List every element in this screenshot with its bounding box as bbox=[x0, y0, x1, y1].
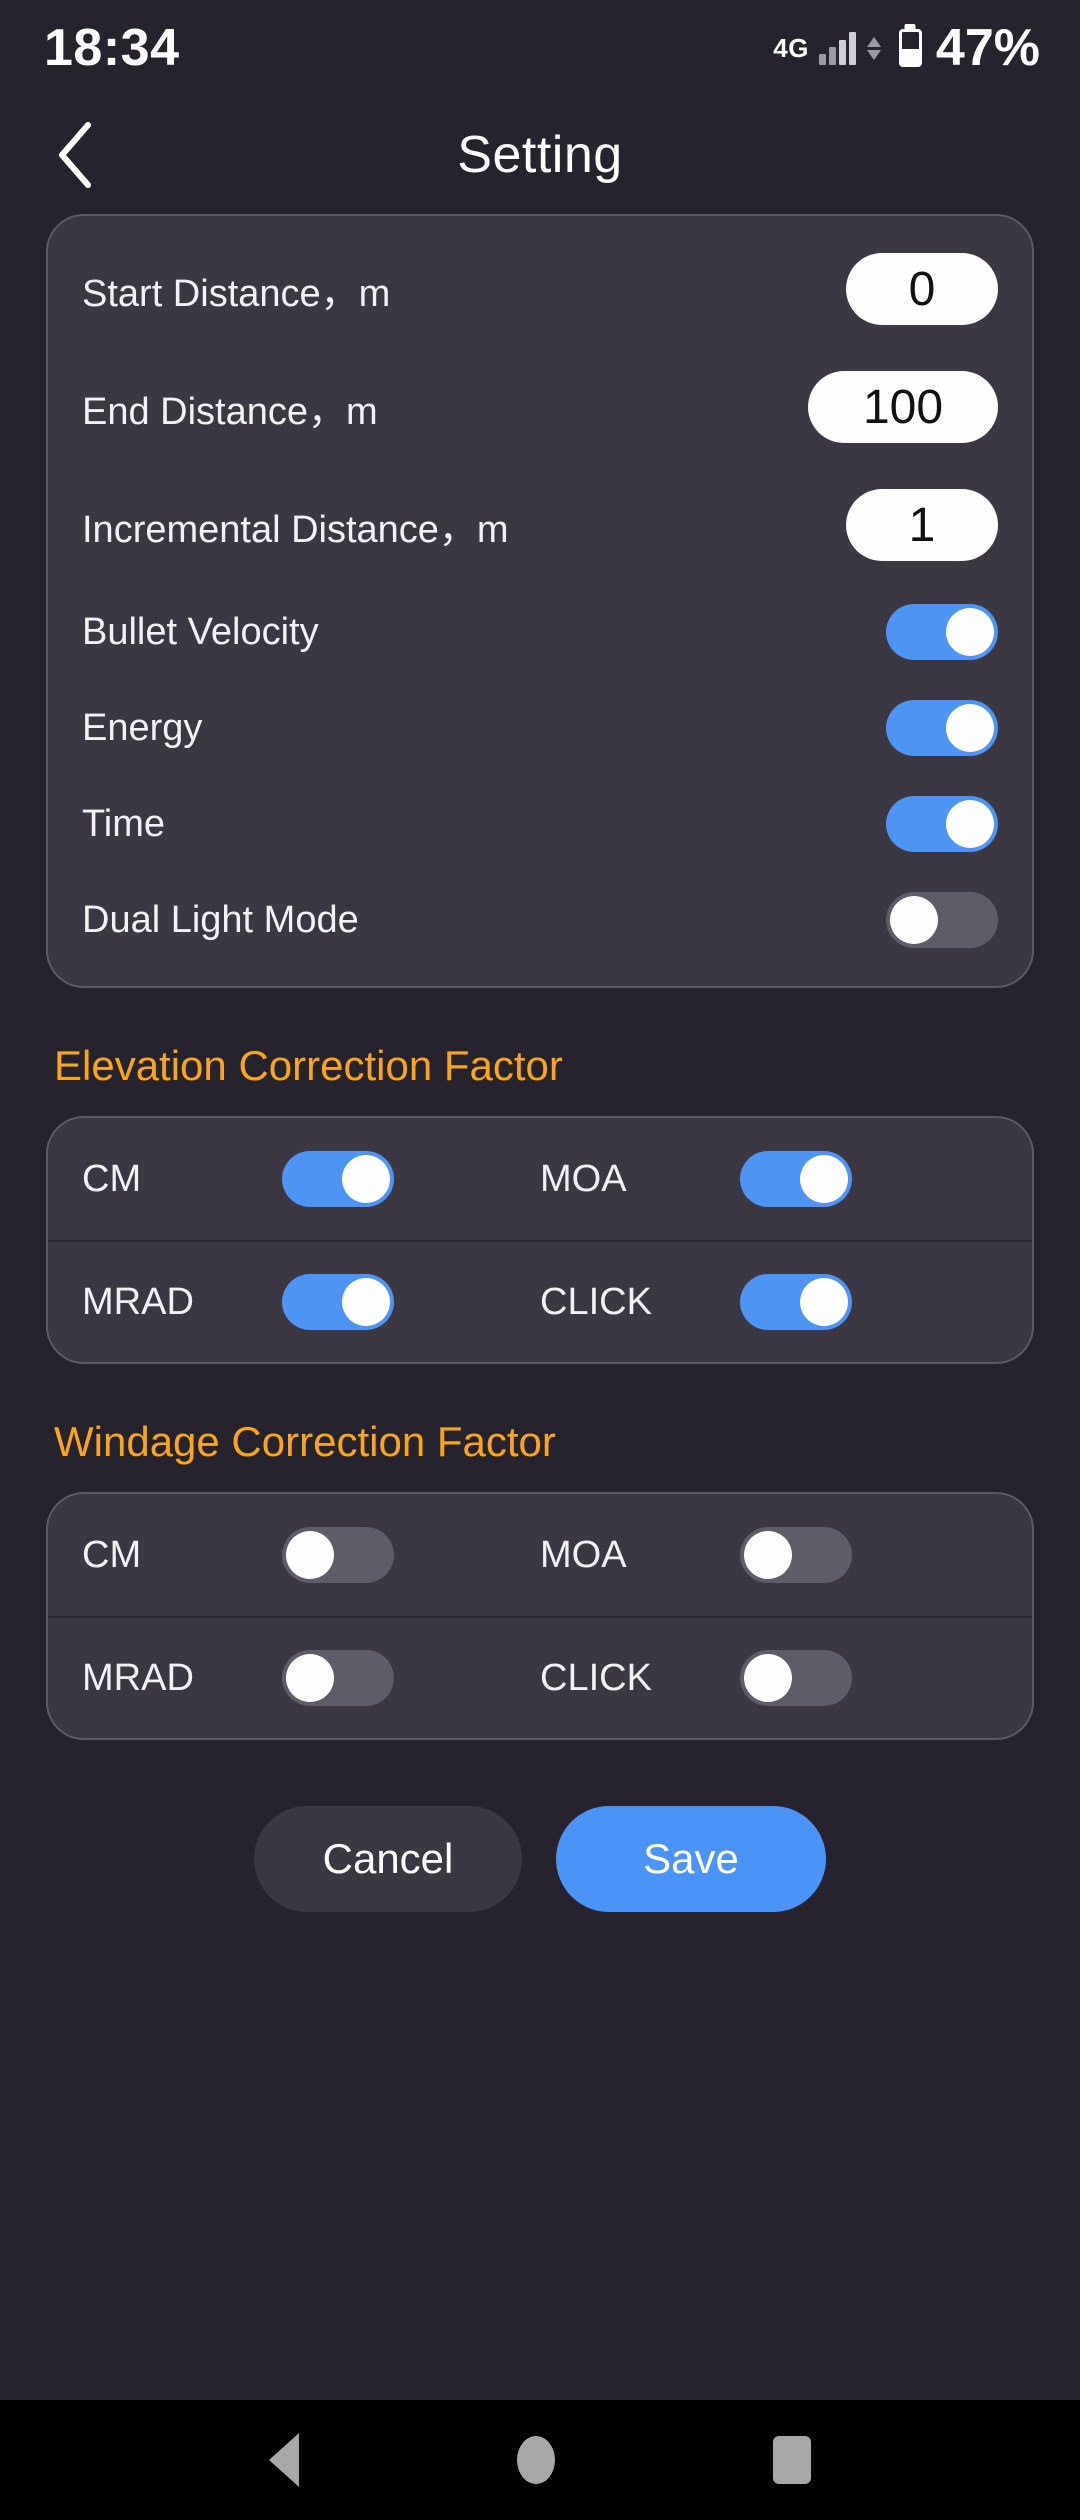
row-label: Dual Light Mode bbox=[82, 898, 359, 941]
row-label: Incremental Distance，m bbox=[82, 508, 509, 551]
android-nav-bar bbox=[0, 2400, 1080, 2520]
setting-row-time[interactable]: Time bbox=[48, 776, 1032, 872]
action-buttons: Cancel Save bbox=[46, 1806, 1034, 1912]
setting-row-energy[interactable]: Energy bbox=[48, 680, 1032, 776]
windage-cell-moa[interactable]: MOA bbox=[540, 1527, 998, 1583]
setting-row-incremental-distance[interactable]: Incremental Distance，m 1 bbox=[48, 466, 1032, 584]
phone-screen: 18:34 4G 47% Setting Start Distance，m 0 … bbox=[0, 0, 1080, 2520]
page-title: Setting bbox=[457, 126, 623, 184]
status-bar: 18:34 4G 47% bbox=[0, 0, 1080, 96]
elevation-cm-toggle[interactable] bbox=[282, 1151, 394, 1207]
energy-toggle[interactable] bbox=[886, 700, 998, 756]
windage-cell-mrad[interactable]: MRAD bbox=[82, 1650, 540, 1706]
cancel-button[interactable]: Cancel bbox=[254, 1806, 522, 1912]
cell-label: CM bbox=[82, 1157, 142, 1200]
cell-label: MOA bbox=[540, 1533, 627, 1576]
elevation-moa-toggle[interactable] bbox=[740, 1151, 852, 1207]
windage-correction-card: CM MOA MRAD CLICK bbox=[46, 1492, 1034, 1740]
row-label: Bullet Velocity bbox=[82, 610, 319, 653]
main-settings-card: Start Distance，m 0 End Distance，m 100 In… bbox=[46, 214, 1034, 988]
windage-section-title: Windage Correction Factor bbox=[54, 1418, 556, 1465]
setting-row-end-distance[interactable]: End Distance，m 100 bbox=[48, 348, 1032, 466]
cell-label: CM bbox=[82, 1533, 142, 1576]
cell-label: CLICK bbox=[540, 1280, 652, 1323]
cell-label: CLICK bbox=[540, 1656, 652, 1699]
elevation-cell-cm[interactable]: CM bbox=[82, 1151, 540, 1207]
settings-content: Start Distance，m 0 End Distance，m 100 In… bbox=[0, 214, 1080, 2400]
row-label: End Distance，m bbox=[82, 390, 378, 433]
elevation-correction-card: CM MOA MRAD CLICK bbox=[46, 1116, 1034, 1364]
chevron-left-icon bbox=[59, 122, 91, 188]
row-label: Start Distance，m bbox=[82, 272, 391, 315]
incremental-distance-input[interactable]: 1 bbox=[846, 489, 998, 561]
signal-bars-icon bbox=[818, 31, 856, 65]
elevation-cell-moa[interactable]: MOA bbox=[540, 1151, 998, 1207]
status-clock: 18:34 bbox=[44, 19, 180, 77]
bullet-velocity-toggle[interactable] bbox=[886, 604, 998, 660]
cell-label: MOA bbox=[540, 1157, 627, 1200]
cell-label: MRAD bbox=[82, 1280, 194, 1323]
row-label: Energy bbox=[82, 706, 203, 749]
save-button[interactable]: Save bbox=[556, 1806, 826, 1912]
elevation-section-title: Elevation Correction Factor bbox=[54, 1042, 563, 1089]
setting-row-start-distance[interactable]: Start Distance，m 0 bbox=[48, 230, 1032, 348]
windage-click-toggle[interactable] bbox=[740, 1650, 852, 1706]
windage-moa-toggle[interactable] bbox=[740, 1527, 852, 1583]
dual-light-mode-toggle[interactable] bbox=[886, 892, 998, 948]
elevation-cell-click[interactable]: CLICK bbox=[540, 1274, 998, 1330]
elevation-cell-mrad[interactable]: MRAD bbox=[82, 1274, 540, 1330]
battery-percent-label: 47% bbox=[935, 19, 1040, 77]
row-label: Time bbox=[82, 802, 166, 845]
battery-icon bbox=[898, 29, 922, 67]
end-distance-input[interactable]: 100 bbox=[808, 371, 998, 443]
elevation-row-2: MRAD CLICK bbox=[48, 1240, 1032, 1362]
windage-row-2: MRAD CLICK bbox=[48, 1616, 1032, 1738]
status-indicators: 4G 47% bbox=[773, 22, 1040, 74]
network-type-label: 4G bbox=[773, 32, 809, 63]
windage-cell-cm[interactable]: CM bbox=[82, 1527, 540, 1583]
circle-home-icon[interactable] bbox=[517, 2436, 555, 2484]
square-recents-icon[interactable] bbox=[773, 2436, 811, 2484]
data-transfer-icon bbox=[866, 36, 881, 60]
elevation-mrad-toggle[interactable] bbox=[282, 1274, 394, 1330]
time-toggle[interactable] bbox=[886, 796, 998, 852]
start-distance-input[interactable]: 0 bbox=[846, 253, 998, 325]
setting-row-dual-light-mode[interactable]: Dual Light Mode bbox=[48, 872, 1032, 968]
cell-label: MRAD bbox=[82, 1656, 194, 1699]
windage-row-1: CM MOA bbox=[48, 1494, 1032, 1616]
back-button[interactable] bbox=[30, 109, 122, 201]
elevation-row-1: CM MOA bbox=[48, 1118, 1032, 1240]
elevation-click-toggle[interactable] bbox=[740, 1274, 852, 1330]
windage-mrad-toggle[interactable] bbox=[282, 1650, 394, 1706]
page-header: Setting bbox=[0, 96, 1080, 214]
windage-cell-click[interactable]: CLICK bbox=[540, 1650, 998, 1706]
setting-row-bullet-velocity[interactable]: Bullet Velocity bbox=[48, 584, 1032, 680]
windage-cm-toggle[interactable] bbox=[282, 1527, 394, 1583]
triangle-back-icon[interactable] bbox=[269, 2433, 299, 2487]
